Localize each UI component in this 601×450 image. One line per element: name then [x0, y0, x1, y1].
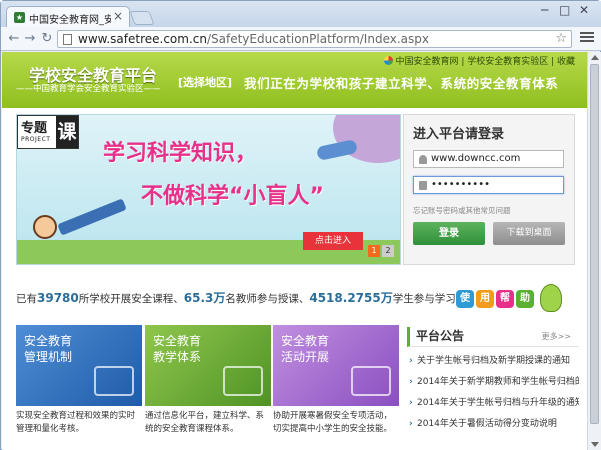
address-bar[interactable]: www.safetree.com.cn/SafetyEducationPlatf… — [57, 30, 572, 48]
card-management[interactable]: 安全教育 管理机制 — [16, 325, 142, 406]
tab-close-icon[interactable]: × — [113, 9, 123, 23]
map-icon — [94, 366, 134, 396]
reload-icon[interactable]: ↻ — [38, 30, 56, 48]
help-char: 助 — [516, 290, 534, 308]
list-item[interactable]: 2014年关于新学期教师和学生帐号归档的通知 — [407, 372, 579, 393]
card-activities[interactable]: 安全教育 活动开展 — [273, 325, 399, 406]
announcements-title: 平台公告 — [416, 329, 465, 343]
scroll-up-icon[interactable] — [591, 55, 599, 60]
scroll-down-icon[interactable] — [591, 442, 599, 447]
card-description: 通过信息化平台，建立科学、系统的安全教育课程体系。 — [145, 411, 265, 434]
list-item[interactable]: 2014年关于暑假活动得分变动说明 — [407, 414, 579, 435]
pager-1-button[interactable]: 1 — [368, 245, 380, 257]
login-button[interactable]: 登录 — [413, 222, 485, 245]
site-logo-icon — [384, 56, 394, 65]
top-links[interactable]: 中国安全教育网 | 学校安全教育实验区 | 收藏 — [384, 54, 575, 67]
card-teaching[interactable]: 安全教育 教学体系 — [145, 325, 271, 406]
computer-icon — [223, 366, 263, 396]
promo-banner[interactable]: 专题 PROJECT 课 学习科学知识， 不做科学“小盲人” 点击进入 12 — [16, 114, 401, 265]
card-description: 协助开展寒暑假安全专项活动，切实提高中小学生的安全技能。 — [273, 411, 393, 434]
tab-title: 中国安全教育网_安全教育 — [29, 15, 111, 26]
card-title: 安全教育 教学体系 — [153, 334, 202, 364]
card-title: 安全教育 管理机制 — [24, 334, 73, 364]
password-field[interactable]: •••••••••• — [413, 176, 564, 194]
banner-headline-2: 不做科学“小盲人” — [141, 184, 324, 209]
help-char: 用 — [476, 290, 494, 308]
login-panel: 进入平台请登录 www.downcc.com •••••••••• 忘记账号密码… — [403, 114, 575, 265]
forgot-password-link[interactable]: 忘记账号密码或其他常见问题 — [413, 205, 511, 216]
lock-icon — [419, 181, 427, 190]
announcements-panel: 平台公告 更多>> 关于学生帐号归档及新学期授课的通知 2014年关于新学期教师… — [407, 327, 579, 435]
minimize-icon[interactable]: ─ — [541, 3, 548, 17]
banner-enter-button[interactable]: 点击进入 — [303, 232, 363, 250]
people-icon — [351, 366, 391, 396]
banner-headline-1: 学习科学知识， — [103, 141, 258, 166]
more-link[interactable]: 更多>> — [542, 331, 571, 342]
login-title: 进入平台请登录 — [413, 127, 505, 142]
announcement-list: 关于学生帐号归档及新学期授课的通知 2014年关于新学期教师和学生帐号归档的通知… — [407, 351, 579, 435]
username-field[interactable]: www.downcc.com — [413, 150, 564, 168]
new-tab-button[interactable] — [129, 11, 155, 25]
tab-strip: ★ 中国安全教育网_安全教育 × ─ □ ✕ — [1, 1, 601, 28]
site-header: 中国安全教育网 | 学校安全教育实验区 | 收藏 学校安全教育平台 ——中国教育… — [2, 52, 587, 108]
list-item[interactable]: 关于学生帐号归档及新学期授课的通知 — [407, 351, 579, 372]
help-char: 帮 — [496, 290, 514, 308]
forward-icon[interactable]: → — [21, 30, 39, 48]
download-desktop-button[interactable]: 下载到桌面 — [493, 222, 565, 245]
list-item[interactable]: 2014年关于学生帐号归档与升年级的通知 — [407, 393, 579, 414]
card-description: 实现安全教育过程和效果的实时管理和量化考核。 — [16, 411, 136, 434]
announcements-header: 平台公告 更多>> — [407, 327, 579, 347]
close-window-icon[interactable]: ✕ — [579, 3, 589, 17]
menu-icon[interactable] — [580, 32, 594, 44]
vertical-scrollbar[interactable] — [587, 52, 601, 450]
url-text: www.safetree.com.cn/SafetyEducationPlatf… — [78, 32, 429, 46]
card-title: 安全教育 活动开展 — [281, 334, 330, 364]
site-subtitle: ——中国教育学会安全教育实验区—— — [16, 84, 161, 94]
maximize-icon[interactable]: □ — [559, 3, 570, 17]
header-slogan: 我们正在为学校和孩子建立科学、系统的安全教育体系 — [244, 76, 559, 91]
favicon-icon: ★ — [14, 12, 25, 23]
project-badge: 专题 PROJECT 课 — [17, 115, 79, 149]
tab-safetree[interactable]: ★ 中国安全教育网_安全教育 × — [6, 6, 130, 28]
usage-help-button[interactable]: 使 用 帮 助 — [456, 284, 564, 314]
scroll-thumb[interactable] — [590, 64, 599, 424]
bookmark-star-icon[interactable]: ☆ — [555, 31, 567, 46]
banner-pager: 12 — [366, 243, 394, 257]
browser-toolbar: ← → ↻ www.safetree.com.cn/SafetyEducatio… — [1, 27, 601, 51]
user-icon — [419, 155, 427, 164]
participation-stats: 已有39780所学校开展安全课程、65.3万名教师参与授课、4518.2755万… — [16, 291, 456, 305]
browser-window: ★ 中国安全教育网_安全教育 × ─ □ ✕ ← → ↻ www.safetre… — [0, 0, 601, 450]
help-char: 使 — [456, 290, 474, 308]
child-illustration — [33, 215, 57, 239]
pager-2-button[interactable]: 2 — [382, 245, 394, 257]
rocket-illustration — [315, 138, 359, 162]
select-region-link[interactable]: [选择地区] — [178, 74, 232, 90]
telescope-illustration — [57, 198, 127, 236]
page-viewport: 中国安全教育网 | 学校安全教育实验区 | 收藏 学校安全教育平台 ——中国教育… — [2, 52, 587, 450]
mascot-icon — [540, 284, 562, 312]
page-icon — [63, 34, 72, 45]
